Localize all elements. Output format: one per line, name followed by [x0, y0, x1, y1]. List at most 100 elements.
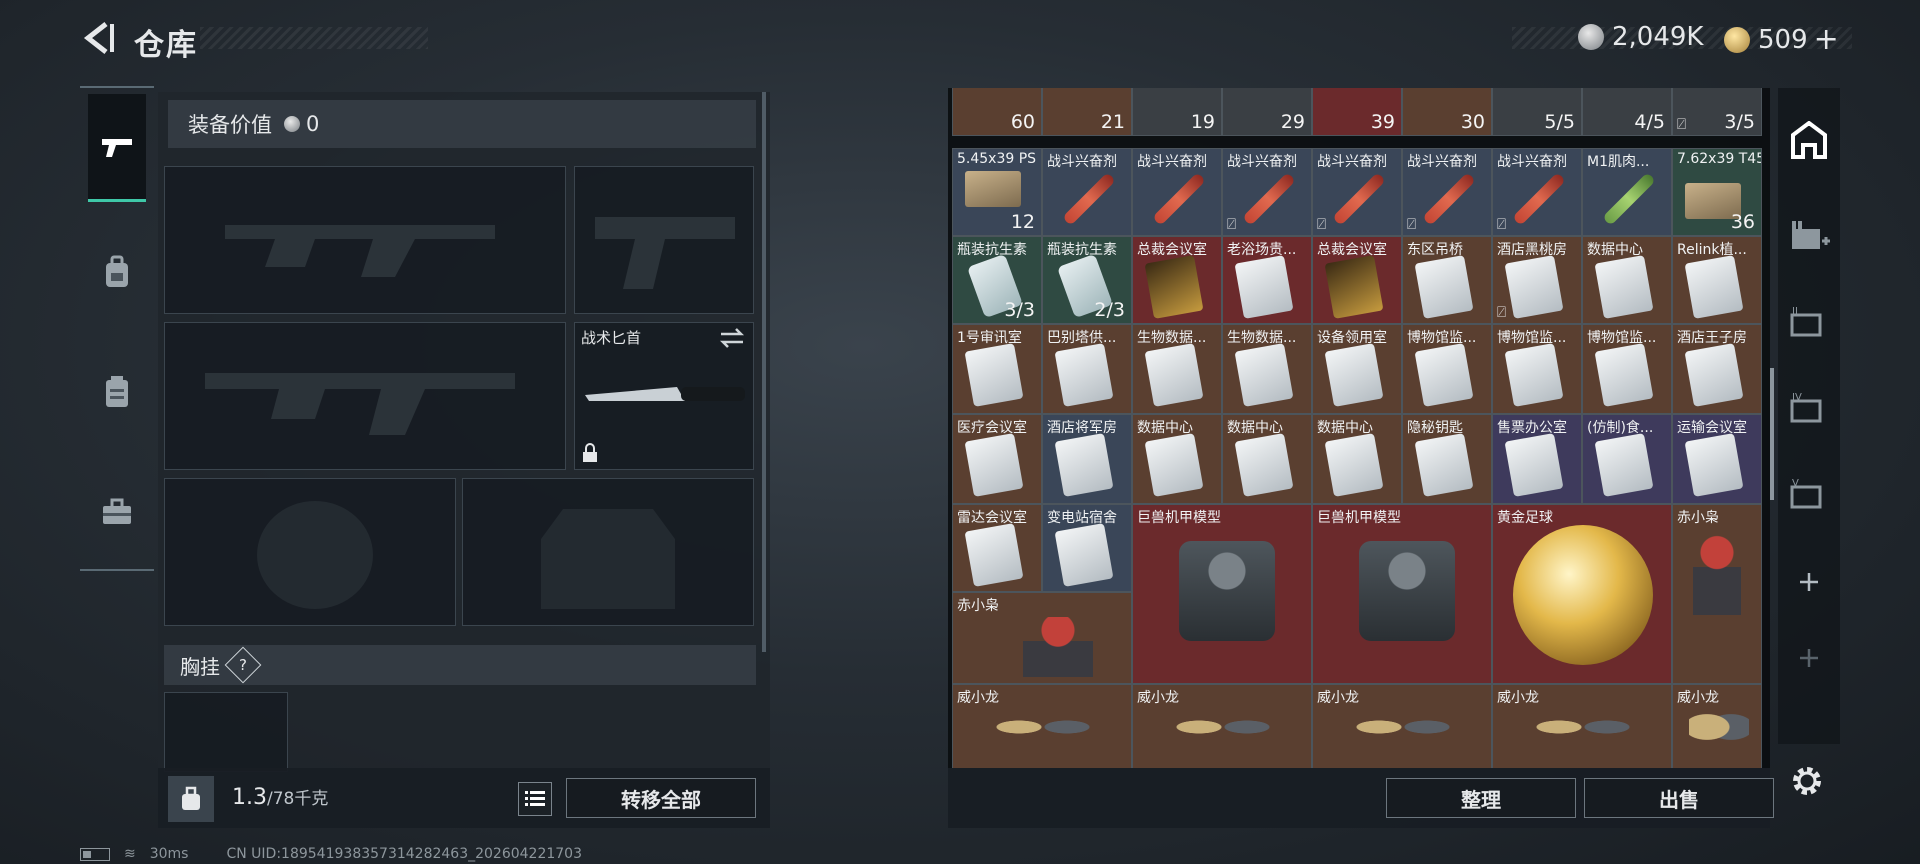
- keycard-icon: [1504, 255, 1564, 319]
- grid-item[interactable]: 战斗兴奋剂: [1132, 148, 1222, 236]
- loadout-scrollbar[interactable]: [762, 92, 766, 652]
- tab-weapons[interactable]: [88, 94, 146, 202]
- settings-button[interactable]: [1788, 762, 1826, 800]
- grid-item[interactable]: 39: [1312, 88, 1402, 136]
- primary-weapon-slot[interactable]: [164, 166, 566, 314]
- grid-item-figure[interactable]: 赤小枭: [952, 592, 1132, 684]
- grid-item[interactable]: 1号审讯室: [952, 324, 1042, 414]
- tab-backpack[interactable]: [88, 218, 146, 326]
- grid-item-golden-ball[interactable]: 黄金足球: [1492, 504, 1672, 684]
- keycard-icon: [964, 343, 1024, 407]
- equipment-value-amount: 0: [306, 112, 320, 136]
- grid-item[interactable]: 29: [1222, 88, 1312, 136]
- grid-item-figure[interactable]: 赤小枭: [1672, 504, 1762, 684]
- grid-item[interactable]: ⍁ 3/5: [1672, 88, 1762, 136]
- tab-warehouse-1[interactable]: [1778, 198, 1840, 274]
- grid-item[interactable]: 隐秘钥匙: [1402, 414, 1492, 504]
- grid-item[interactable]: 战斗兴奋剂 ⍁: [1492, 148, 1582, 236]
- grid-item[interactable]: 威小龙: [1672, 684, 1762, 768]
- grid-item[interactable]: 19: [1132, 88, 1222, 136]
- chest-rig-slot[interactable]: [164, 692, 288, 772]
- grid-item[interactable]: 老浴场贵...: [1222, 236, 1312, 324]
- transfer-all-button[interactable]: 转移全部: [566, 778, 756, 818]
- item-qty: 3/5: [1724, 111, 1755, 133]
- list-view-button[interactable]: [518, 782, 552, 816]
- tab-warehouse-4[interactable]: V: [1778, 456, 1840, 532]
- help-button[interactable]: ?: [224, 646, 262, 684]
- tab-warehouse-all[interactable]: [1778, 102, 1840, 178]
- grid-item[interactable]: 总裁会议室: [1312, 236, 1402, 324]
- grid-item[interactable]: M1肌肉...: [1582, 148, 1672, 236]
- grid-item[interactable]: 数据中心: [1312, 414, 1402, 504]
- back-button[interactable]: [80, 20, 116, 56]
- grid-item[interactable]: 战斗兴奋剂 ⍁: [1312, 148, 1402, 236]
- grid-item[interactable]: 博物馆监...: [1582, 324, 1672, 414]
- grid-item[interactable]: 60: [952, 88, 1042, 136]
- grid-item[interactable]: 雷达会议室: [952, 504, 1042, 592]
- grid-item[interactable]: 7.62x39 T45M 36: [1672, 148, 1762, 236]
- grid-item[interactable]: 医疗会议室: [952, 414, 1042, 504]
- grid-item[interactable]: 运输会议室: [1672, 414, 1762, 504]
- grid-item[interactable]: 售票办公室: [1492, 414, 1582, 504]
- grid-item[interactable]: 博物馆监...: [1402, 324, 1492, 414]
- gauntlet-icon: [1343, 703, 1463, 751]
- grid-item[interactable]: 酒店黑桃房 ⍁: [1492, 236, 1582, 324]
- knife-slot[interactable]: 战术匕首: [574, 322, 754, 470]
- grid-item[interactable]: 5.45x39 PS 12: [952, 148, 1042, 236]
- sell-button[interactable]: 出售: [1584, 778, 1774, 818]
- grid-scrollbar[interactable]: [1770, 368, 1774, 500]
- grid-item[interactable]: 威小龙: [1132, 684, 1312, 768]
- grid-item[interactable]: 21: [1042, 88, 1132, 136]
- organize-button[interactable]: 整理: [1386, 778, 1576, 818]
- grid-item[interactable]: 瓶装抗生素 3/3: [952, 236, 1042, 324]
- grid-item[interactable]: 威小龙: [1312, 684, 1492, 768]
- grid-item[interactable]: 战斗兴奋剂: [1042, 148, 1132, 236]
- grid-item[interactable]: 变电站宿舍: [1042, 504, 1132, 592]
- grid-item[interactable]: 生物数据...: [1222, 324, 1312, 414]
- keycard-icon: [1594, 255, 1654, 319]
- grid-item-mech-model[interactable]: 巨兽机甲模型: [1132, 504, 1312, 684]
- grid-item-mech-model[interactable]: 巨兽机甲模型: [1312, 504, 1492, 684]
- tab-warehouse-3[interactable]: IV: [1778, 370, 1840, 446]
- grid-item[interactable]: 酒店王子房: [1672, 324, 1762, 414]
- grid-item[interactable]: 数据中心: [1582, 236, 1672, 324]
- grid-item[interactable]: 总裁会议室: [1132, 236, 1222, 324]
- grid-item[interactable]: 战斗兴奋剂 ⍁: [1222, 148, 1312, 236]
- grid-item[interactable]: 5/5: [1492, 88, 1582, 136]
- grid-item[interactable]: 酒店将军房: [1042, 414, 1132, 504]
- grid-item[interactable]: 战斗兴奋剂 ⍁: [1402, 148, 1492, 236]
- item-name: 7.62x39 T45M: [1677, 151, 1761, 167]
- keycard-icon: [1414, 255, 1474, 319]
- item-qty: 12: [1010, 211, 1035, 233]
- tab-vest[interactable]: [88, 338, 146, 446]
- grid-item[interactable]: 威小龙: [952, 684, 1132, 768]
- grid-item[interactable]: 生物数据...: [1132, 324, 1222, 414]
- pistol-slot[interactable]: [574, 166, 754, 314]
- gold-currency[interactable]: 509 +: [1724, 22, 1839, 57]
- grid-item[interactable]: 东区吊桥: [1402, 236, 1492, 324]
- item-qty: 21: [1100, 111, 1125, 133]
- add-tab-button[interactable]: [1778, 544, 1840, 620]
- grid-item[interactable]: 瓶装抗生素 2/3: [1042, 236, 1132, 324]
- tab-warehouse-2[interactable]: II: [1778, 284, 1840, 360]
- storage-tabs: II IV V: [1778, 88, 1840, 744]
- grid-item[interactable]: 设备领用室: [1312, 324, 1402, 414]
- grid-item[interactable]: 数据中心: [1222, 414, 1312, 504]
- grid-item[interactable]: 巴别塔供...: [1042, 324, 1132, 414]
- tab-case[interactable]: [88, 458, 146, 566]
- grid-item[interactable]: (仿制)食...: [1582, 414, 1672, 504]
- grid-item[interactable]: 数据中心: [1132, 414, 1222, 504]
- grid-item[interactable]: 威小龙: [1492, 684, 1672, 768]
- warehouse-icon: [1791, 121, 1827, 159]
- item-qty: 19: [1190, 111, 1215, 133]
- grid-item[interactable]: 30: [1402, 88, 1492, 136]
- grid-item[interactable]: Relink植...: [1672, 236, 1762, 324]
- grid-item[interactable]: 4/5: [1582, 88, 1672, 136]
- grid-item[interactable]: 博物馆监...: [1492, 324, 1582, 414]
- keycard-icon: [1414, 343, 1474, 407]
- secondary-weapon-slot[interactable]: [164, 322, 566, 470]
- armor-slot[interactable]: [462, 478, 754, 626]
- swap-icon[interactable]: [719, 327, 745, 349]
- gold-add-button[interactable]: +: [1814, 22, 1839, 57]
- helmet-slot[interactable]: [164, 478, 456, 626]
